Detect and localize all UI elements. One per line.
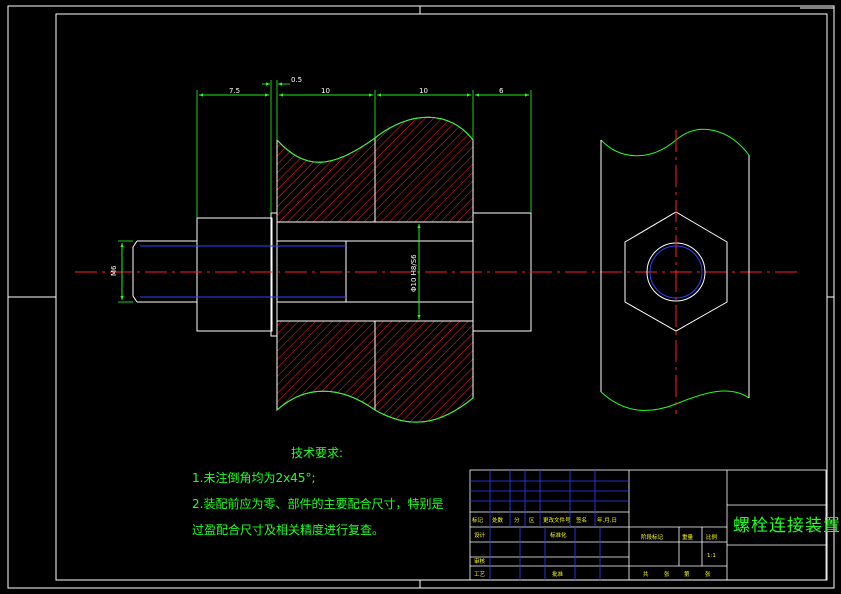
dim-10-a: 10 xyxy=(321,87,330,95)
tb-qu: 区 xyxy=(529,517,535,524)
tb-scale: 比例 xyxy=(706,533,718,541)
notes-line-3: 过盈配合尺寸及相关精度进行复查。 xyxy=(192,523,385,537)
tb-mark: 标记 xyxy=(472,516,484,524)
title-block-grid xyxy=(470,470,629,580)
flange-bottom xyxy=(276,320,474,423)
tb-sign: 签名 xyxy=(576,516,587,524)
tb-count: 处数 xyxy=(492,516,504,524)
technical-notes: 技术要求: 1.未注倒角均为2x45°; 2.装配前应为零、部件的主要配合尺寸，… xyxy=(192,444,462,547)
tb-scale-value: 1:1 xyxy=(707,553,716,559)
tb-approve: 批准 xyxy=(552,570,564,578)
dim-0-5: 0.5 xyxy=(291,76,302,84)
tb-sheet-2: 张 xyxy=(664,570,670,578)
dim-6: 6 xyxy=(499,87,504,95)
tb-sheet-4: 张 xyxy=(705,570,711,578)
dim-10-b: 10 xyxy=(419,87,428,95)
tb-process: 工艺 xyxy=(474,571,486,578)
bolt-assembly xyxy=(132,212,532,337)
tb-stage: 阶段标记 xyxy=(641,533,664,541)
dim-fit: Φ10 H8/S6 xyxy=(410,254,418,292)
tb-design: 设计 xyxy=(474,531,486,539)
drawing-title: 螺栓连接装置 xyxy=(733,516,841,536)
tb-sheet-1: 共 xyxy=(643,570,649,578)
tb-sheet-3: 第 xyxy=(684,570,690,578)
tb-review: 审核 xyxy=(474,557,486,565)
tb-weight: 重量 xyxy=(682,533,694,541)
dim-7-5: 7.5 xyxy=(229,87,240,95)
tb-standardize: 标准化 xyxy=(550,531,567,539)
notes-line-2: 2.装配前应为零、部件的主要配合尺寸，特别是 xyxy=(192,497,444,511)
tb-fen: 分 xyxy=(514,516,520,524)
notes-title: 技术要求: xyxy=(290,446,344,460)
dim-m6: M6 xyxy=(110,265,118,276)
tb-date: 年.月.日 xyxy=(597,516,617,524)
tb-change-no: 更改文件号 xyxy=(543,516,571,524)
notes-line-1: 1.未注倒角均为2x45°; xyxy=(192,471,316,485)
